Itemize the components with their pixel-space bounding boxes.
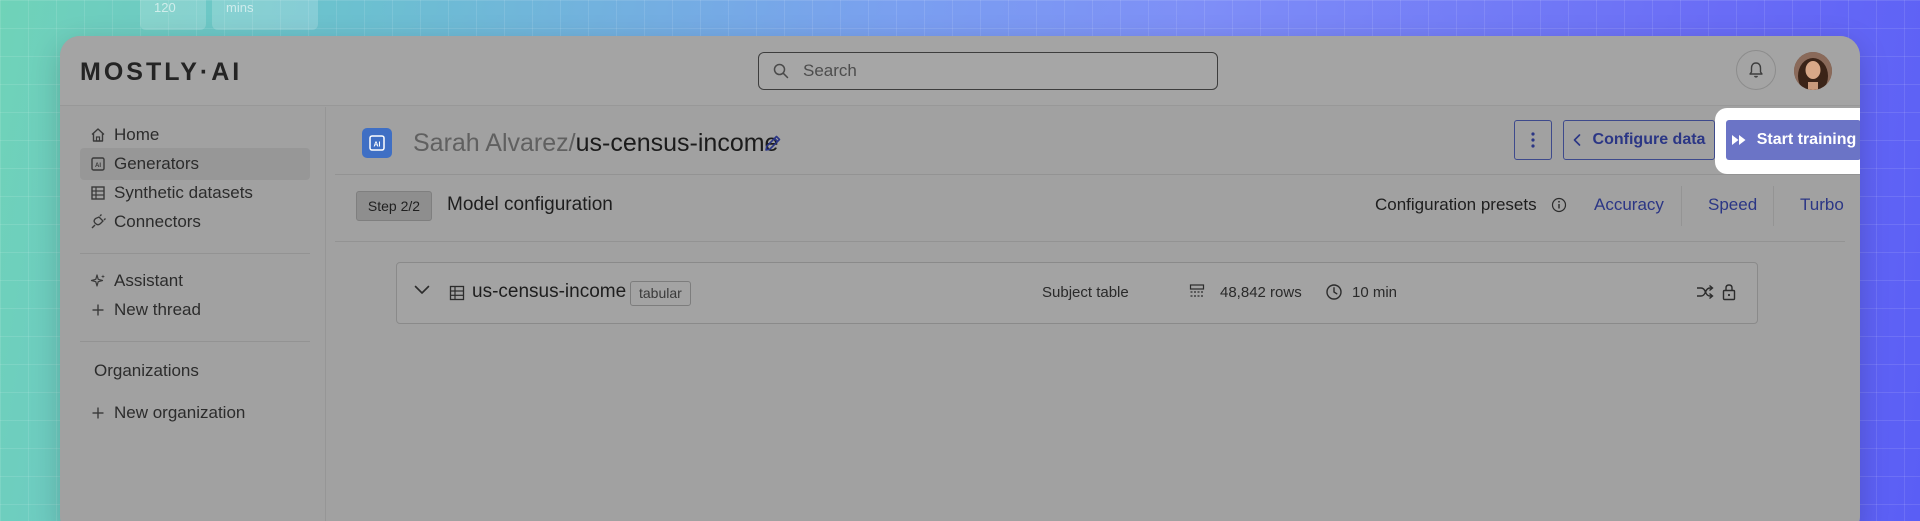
background-chip: 120 — [140, 0, 206, 30]
training-time: 10 min — [1352, 284, 1398, 301]
configure-data-button[interactable]: Configure data — [1563, 120, 1715, 160]
sidebar-item-connectors[interactable]: Connectors — [80, 206, 310, 238]
sidebar-item-label: Synthetic datasets — [114, 183, 253, 202]
preset-turbo[interactable]: Turbo — [1800, 195, 1844, 215]
start-training-button[interactable]: Start training — [1726, 120, 1860, 160]
owner-name: Sarah Alvarez/ — [413, 129, 576, 157]
dataset-icon — [91, 186, 105, 200]
organizations-heading: Organizations — [94, 361, 199, 380]
more-vertical-icon — [1531, 132, 1535, 148]
top-bar: MOSTLY·AI — [60, 36, 1860, 106]
home-icon — [91, 128, 105, 142]
generator-name: us-census-income — [575, 129, 779, 157]
background-chip: mins — [212, 0, 318, 30]
plus-icon — [92, 304, 104, 316]
start-training-label: Start training — [1756, 131, 1857, 148]
clock-icon — [1326, 284, 1342, 300]
sidebar-item-synthetic-datasets[interactable]: Synthetic datasets — [80, 177, 310, 209]
sidebar-item-label: Assistant — [114, 271, 183, 290]
bell-icon — [1749, 62, 1763, 78]
sidebar-item-generators[interactable]: AI Generators — [80, 148, 310, 180]
sidebar-item-new-organization[interactable]: New organization — [80, 397, 310, 429]
shuffle-icon[interactable] — [1696, 284, 1714, 300]
plug-icon — [91, 214, 106, 229]
info-icon[interactable] — [1551, 197, 1567, 213]
table-role: Subject table — [1042, 284, 1129, 301]
sidebar-divider — [80, 253, 310, 254]
sidebar-item-assistant[interactable]: Assistant — [80, 265, 310, 297]
table-row[interactable]: us-census-income tabular Subject table 4… — [396, 262, 1758, 324]
sidebar-item-label: New organization — [114, 403, 246, 422]
preset-accuracy[interactable]: Accuracy — [1594, 195, 1664, 215]
generator-icon: AI — [91, 157, 105, 171]
sparkle-icon — [90, 274, 105, 287]
chevron-left-icon — [1573, 134, 1580, 146]
sidebar: Home AI Generators Synthetic datasets Co… — [60, 107, 326, 521]
table-icon — [449, 285, 465, 301]
search-box[interactable] — [758, 52, 1218, 90]
svg-text:AI: AI — [374, 142, 381, 149]
presets-label: Configuration presets — [1375, 195, 1537, 214]
search-icon — [773, 63, 789, 79]
row-count: 48,842 rows — [1220, 284, 1302, 301]
header-divider — [335, 174, 1860, 175]
avatar-image — [1794, 52, 1832, 90]
generator-badge-icon: AI — [362, 128, 392, 158]
lock-icon[interactable] — [1722, 283, 1736, 301]
main-content: AI Sarah Alvarez/us-census-income Config… — [335, 107, 1860, 521]
notifications-button[interactable] — [1736, 50, 1776, 90]
sidebar-item-new-thread[interactable]: New thread — [80, 294, 310, 326]
plus-icon — [92, 407, 104, 419]
search-input[interactable] — [803, 61, 1183, 81]
sidebar-item-label: Home — [114, 125, 160, 144]
preset-separator — [1681, 186, 1682, 226]
preset-speed[interactable]: Speed — [1708, 195, 1757, 215]
table-name: us-census-income — [472, 281, 627, 302]
preset-separator — [1773, 186, 1774, 226]
chevron-down-icon[interactable] — [414, 285, 430, 295]
sidebar-item-home[interactable]: Home — [80, 119, 310, 151]
svg-text:AI: AI — [95, 163, 101, 169]
logo[interactable]: MOSTLY·AI — [80, 58, 242, 87]
sidebar-item-label: New thread — [114, 300, 201, 319]
page-title: Sarah Alvarez/us-census-income — [413, 129, 778, 158]
step-title: Model configuration — [447, 194, 613, 215]
sidebar-item-label: Connectors — [114, 212, 201, 231]
sidebar-item-label: Generators — [114, 154, 200, 173]
configure-data-label: Configure data — [1592, 131, 1706, 148]
avatar[interactable] — [1794, 52, 1832, 90]
table-type-tag: tabular — [630, 281, 691, 306]
step-badge: Step 2/2 — [356, 191, 432, 221]
app-window: MOSTLY·AI Search Home AI Generators Synt… — [60, 36, 1860, 521]
fast-forward-icon — [1731, 135, 1746, 145]
section-divider — [335, 241, 1845, 242]
more-options-button[interactable] — [1514, 120, 1552, 160]
sidebar-divider — [80, 341, 310, 342]
generator-icon: AI — [369, 135, 385, 151]
rows-icon — [1189, 284, 1205, 297]
edit-icon[interactable] — [763, 133, 783, 153]
